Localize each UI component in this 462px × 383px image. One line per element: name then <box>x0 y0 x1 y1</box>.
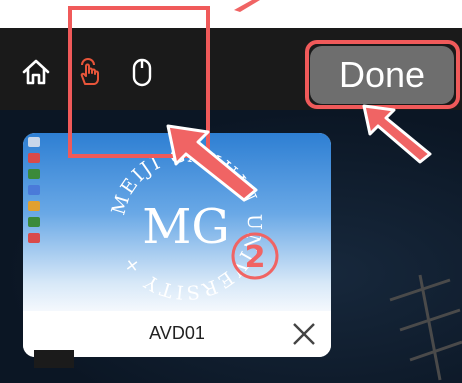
arrow-top-partial-icon <box>232 0 262 12</box>
desktop-object <box>34 350 74 368</box>
home-icon[interactable] <box>20 56 52 88</box>
thumbnail-desktop-icons <box>28 137 44 249</box>
arrow-to-done-icon <box>356 98 436 164</box>
step-number: 2 <box>245 240 266 275</box>
close-icon[interactable] <box>289 319 319 349</box>
svg-text:MG: MG <box>142 199 230 255</box>
arrow-to-touch-mode-icon <box>158 118 264 204</box>
wallpaper-decoration <box>380 270 462 383</box>
session-name: AVD01 <box>149 323 205 343</box>
home-icon-glyph <box>22 59 50 85</box>
step-number-badge: 2 <box>229 230 281 282</box>
